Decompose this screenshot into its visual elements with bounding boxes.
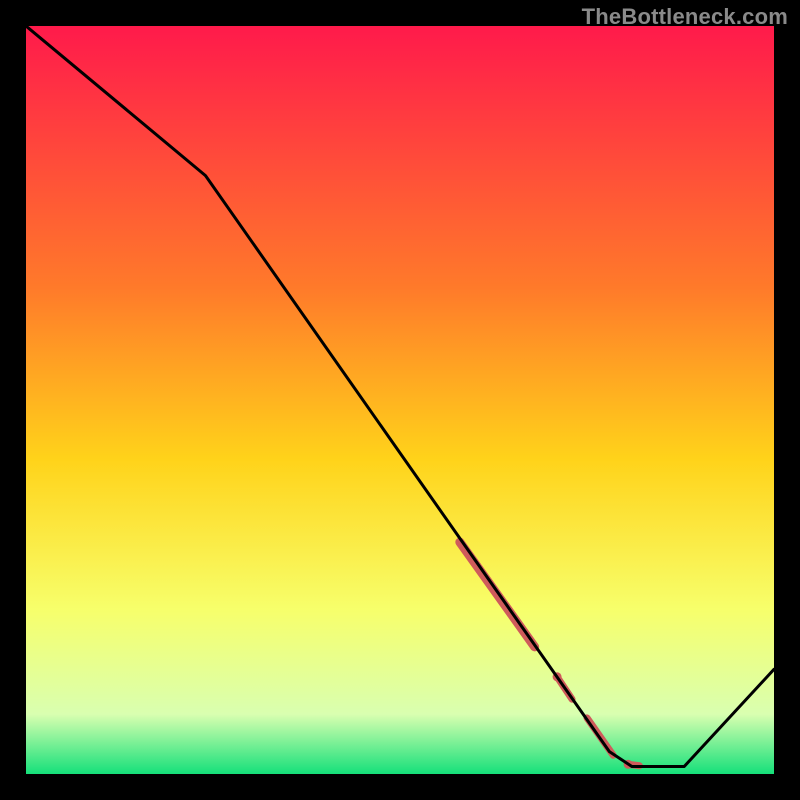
gradient-background — [26, 26, 774, 774]
bottleneck-chart — [26, 26, 774, 774]
chart-frame: TheBottleneck.com — [0, 0, 800, 800]
plot-area — [26, 26, 774, 774]
watermark-text: TheBottleneck.com — [582, 4, 788, 30]
